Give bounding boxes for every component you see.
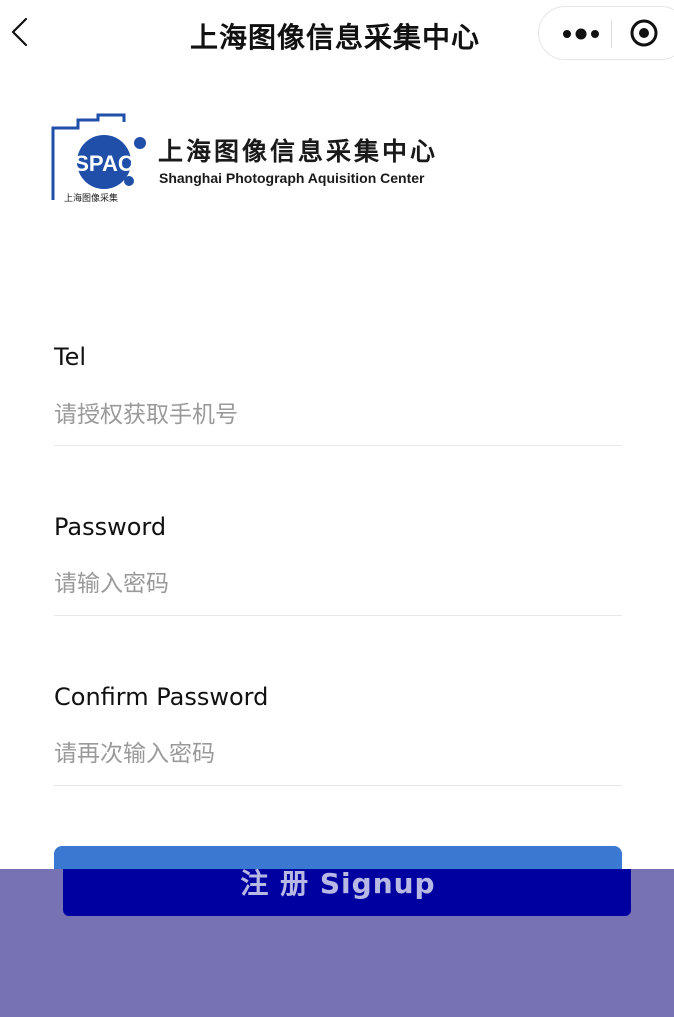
password-label: Password	[54, 513, 167, 541]
tel-input[interactable]	[54, 395, 622, 435]
logo-mark-text: SPAC	[74, 151, 134, 176]
brand-name-en: Shanghai Photograph Aquisition Center	[159, 170, 425, 186]
more-dots-icon	[563, 28, 599, 40]
close-button[interactable]	[627, 16, 661, 50]
back-button[interactable]	[6, 14, 36, 50]
signup-page: 上海图像信息采集中心 SPAC 上海图像采集 上海图像信息采集中心 Shangh…	[0, 0, 674, 1017]
password-input[interactable]	[54, 564, 622, 604]
mini-program-capsule	[538, 6, 674, 60]
tel-divider	[54, 445, 622, 446]
confirm-password-field: Confirm Password	[54, 682, 622, 786]
signup-button-label: 注 册 Signup	[240, 867, 436, 900]
nav-bar: 上海图像信息采集中心	[0, 0, 674, 66]
chevron-left-icon	[11, 17, 28, 47]
page-title: 上海图像信息采集中心	[189, 21, 480, 54]
confirm-password-divider	[54, 785, 622, 786]
password-field: Password	[54, 512, 622, 616]
target-close-icon	[630, 19, 658, 47]
tel-field: Tel	[54, 342, 622, 446]
more-button[interactable]	[553, 7, 609, 59]
spac-logo-icon: SPAC 上海图像采集	[51, 113, 146, 204]
brand-name-cn: 上海图像信息采集中心	[158, 137, 439, 166]
capsule-divider	[611, 20, 612, 48]
confirm-password-label: Confirm Password	[54, 683, 269, 711]
tel-label: Tel	[54, 343, 87, 371]
password-divider	[54, 615, 622, 616]
confirm-password-input[interactable]	[54, 734, 622, 774]
logo-mark-caption: 上海图像采集	[64, 192, 118, 204]
brand-logo: SPAC 上海图像采集 上海图像信息采集中心 Shanghai Photogra…	[50, 112, 450, 208]
